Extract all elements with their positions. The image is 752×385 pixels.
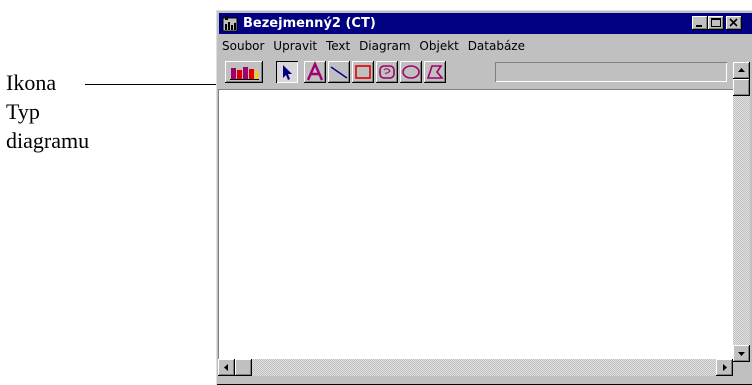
menu-text[interactable]: Text	[326, 39, 350, 53]
title-bar[interactable]: Bezejmenný2 (CT)	[219, 13, 752, 34]
scroll-left-button[interactable]	[218, 359, 235, 376]
menu-diagram[interactable]: Diagram	[359, 39, 411, 53]
ellipse-tool-button[interactable]	[400, 61, 422, 83]
vertical-scrollbar[interactable]	[733, 62, 750, 362]
rounded-rectangle-tool-icon	[379, 65, 395, 79]
diagram-canvas[interactable]	[218, 89, 733, 359]
status-field	[495, 62, 727, 82]
pointer-arrow-icon	[283, 65, 292, 80]
menu-upravit[interactable]: Upravit	[273, 39, 317, 53]
polygon-tool-icon	[426, 65, 444, 79]
rectangle-tool-icon	[355, 65, 371, 79]
window-title: Bezejmenný2 (CT)	[243, 16, 376, 31]
maximize-icon	[711, 18, 721, 27]
menu-bar: Soubor Upravit Text Diagram Objekt Datab…	[222, 37, 530, 55]
horizontal-scrollbar[interactable]	[218, 359, 733, 376]
menu-objekt[interactable]: Objekt	[419, 39, 458, 53]
line-tool-button[interactable]	[328, 61, 350, 83]
menu-soubor[interactable]: Soubor	[222, 39, 264, 53]
annotation-leader-line	[85, 84, 220, 85]
menu-databaze[interactable]: Databáze	[468, 39, 525, 53]
toolbar	[219, 56, 730, 88]
arrow-right-icon	[723, 364, 727, 371]
chart-type-icon	[230, 67, 259, 80]
text-tool-button[interactable]	[304, 61, 326, 83]
minimize-button[interactable]	[692, 16, 708, 30]
annotation-line-3: diagramu	[6, 128, 90, 153]
scroll-up-button[interactable]	[733, 62, 750, 79]
vertical-scroll-thumb[interactable]	[733, 79, 750, 96]
line-tool-icon	[330, 66, 348, 79]
arrow-left-icon	[224, 364, 228, 371]
chart-type-button[interactable]	[225, 61, 263, 83]
annotation-line-2: Typ	[6, 99, 40, 124]
annotation-label: Ikona Typ diagramu	[6, 68, 89, 155]
ellipse-tool-icon	[402, 65, 420, 79]
annotation-line-1: Ikona	[6, 70, 57, 95]
close-icon	[729, 18, 738, 27]
arrow-down-icon	[738, 352, 745, 356]
arrow-up-icon	[738, 68, 745, 72]
maximize-button[interactable]	[708, 16, 724, 30]
text-tool-icon	[306, 61, 324, 81]
rounded-rectangle-tool-button[interactable]	[376, 61, 398, 83]
scroll-right-button[interactable]	[716, 359, 733, 376]
app-window: Bezejmenný2 (CT) Soubor Upravit Text Dia…	[216, 10, 752, 385]
polygon-tool-button[interactable]	[424, 61, 446, 83]
horizontal-scroll-thumb[interactable]	[235, 359, 252, 376]
rectangle-tool-button[interactable]	[352, 61, 374, 83]
scroll-down-button[interactable]	[733, 345, 750, 362]
minimize-icon	[696, 25, 702, 27]
app-icon[interactable]	[222, 15, 239, 32]
pointer-tool-button[interactable]	[276, 61, 298, 83]
close-button[interactable]	[726, 16, 742, 30]
